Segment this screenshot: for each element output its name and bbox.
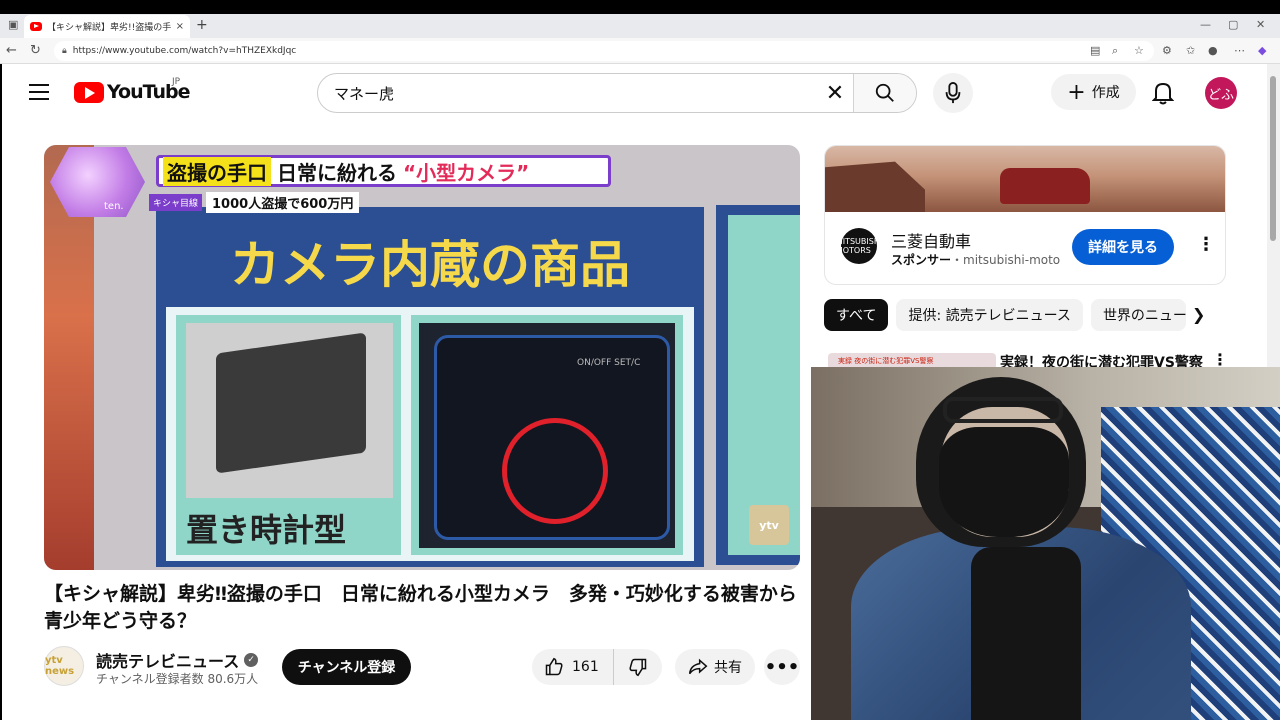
menu-icon[interactable]: ⋯ [1234,44,1245,57]
share-button[interactable]: 共有 [675,649,755,685]
chip-from-channel[interactable]: 提供: 読売テレビニュース [896,299,1083,331]
glasses [943,397,1063,423]
like-dislike-group: 161 [532,649,662,685]
url-text: https://www.youtube.com/watch?v=hTHZEXkd… [72,46,297,56]
extensions-icon[interactable]: ⚙ [1162,44,1172,57]
dislike-button[interactable] [614,657,662,677]
refresh-icon[interactable]: ↻ [30,43,41,58]
create-label: 作成 [1091,85,1120,101]
tab-title: 【キシャ解説】卑劣!!盗撮の手口 [47,23,171,33]
share-icon [688,658,708,675]
browser-window: ▣ 【キシャ解説】卑劣!!盗撮の手口 × + — ▢ ✕ ← ↻ 🔒︎ http… [0,0,1280,720]
microphone-icon [945,82,961,104]
sponsor-line: スポンサー・mitsubishi-moto... [891,253,1061,267]
menu-hamburger-icon[interactable] [29,84,49,100]
like-button[interactable]: 161 [532,649,614,685]
search-input[interactable]: マネー虎 [318,74,817,112]
notifications-button[interactable] [1151,81,1175,109]
video-headline: カメラ内蔵の商品 [166,215,694,307]
more-actions-button[interactable]: ••• [764,649,800,685]
subscriber-count: チャンネル登録者数 80.6万人 [96,672,259,686]
channel-name[interactable]: 読売テレビニュース ✓ [96,648,259,672]
face-mask [939,427,1069,537]
back-icon[interactable]: ← [6,43,17,58]
minimize-button[interactable]: — [1200,18,1211,31]
ytv-watermark: ytv [749,505,789,545]
ten-logo-text: ten. [104,201,124,212]
address-bar[interactable]: 🔒︎ https://www.youtube.com/watch?v=hTHZE… [54,41,1154,61]
video-board: カメラ内蔵の商品 置き時計型 ON/OFF SET/C [156,207,704,567]
favorites-icon[interactable]: ✩ [1186,44,1195,57]
advertiser-name: 三菱自動車 [891,232,972,251]
search-bar: マネー虎 ✕ [317,73,917,113]
close-window-button[interactable]: ✕ [1256,18,1265,31]
like-count: 161 [572,659,599,675]
plus-icon: + [1067,79,1086,105]
video-title: 【キシャ解説】卑劣‼盗撮の手口 日常に紛れる小型カメラ 多発・巧妙化する被害から… [44,583,797,632]
tab-actions-icon[interactable]: ▣ [8,18,18,31]
ten-logo-gem [50,147,145,217]
reader-icon[interactable]: ▤ [1090,44,1100,57]
youtube-favicon-icon [30,22,42,31]
profile-icon[interactable]: ● [1208,44,1218,57]
clear-search-icon[interactable]: ✕ [817,74,853,112]
maximize-button[interactable]: ▢ [1228,18,1238,31]
speaker-image [216,332,366,474]
ad-kebab-icon[interactable]: ⋮ [1197,234,1215,255]
share-label: 共有 [714,660,742,676]
bell-icon [1151,82,1175,105]
thumbs-up-icon [545,657,563,676]
lock-icon: 🔒︎ [62,46,67,56]
copilot-icon[interactable]: ◆ [1258,44,1266,57]
account-avatar[interactable]: どふ [1205,77,1237,109]
filter-chips: すべて 提供: 読売テレビニュース 世界のニュース [824,299,1244,331]
channel-avatar[interactable]: ytv news [44,646,84,686]
webcam-overlay [811,367,1280,720]
car-image [1000,168,1090,204]
verified-check-icon: ✓ [244,653,259,667]
video-player[interactable]: カメラ内蔵の商品 置き時計型 ON/OFF SET/C ten. 盗撮の手口 日… [44,145,800,570]
browser-tab[interactable]: 【キシャ解説】卑劣!!盗撮の手口 × [24,15,190,38]
zoom-icon[interactable]: ⌕ [1112,44,1118,58]
video-banner: 盗撮の手口 日常に紛れる “小型カメラ” [156,155,611,187]
clock-image: ON/OFF SET/C [434,335,670,540]
subscribe-button[interactable]: チャンネル登録 [282,649,411,685]
new-tab-button[interactable]: + [196,17,208,33]
advertiser-logo: MITSUBISHI MOTORS [836,228,882,264]
search-button[interactable] [853,74,916,112]
clock-buttons-text: ON/OFF SET/C [577,358,641,368]
voice-search-button[interactable] [933,73,973,113]
video-clock-panel: ON/OFF SET/C [411,315,683,555]
chevron-right-icon[interactable]: ❯ [1192,305,1205,324]
sponsored-ad-card[interactable]: MITSUBISHI MOTORS 三菱自動車 スポンサー・mitsubishi… [824,145,1226,285]
address-bar-row: ← ↻ 🔒︎ https://www.youtube.com/watch?v=h… [0,38,1280,64]
chip-world-news[interactable]: 世界のニュース [1090,299,1186,331]
ad-banner-image [825,146,1225,212]
search-icon [875,83,894,102]
tab-close-icon[interactable]: × [176,21,184,32]
ad-details-button[interactable]: 詳細を見る [1072,229,1174,265]
camera-highlight-circle [502,418,608,524]
scrollbar-thumb[interactable] [1270,76,1276,241]
video-item-label: 置き時計型 [186,511,347,549]
video-subbanner: キシャ目線 1000人盗撮で600万円 [149,192,360,213]
region-label: JP [172,77,181,87]
chip-all[interactable]: すべて [824,299,889,331]
tab-bar: ▣ 【キシャ解説】卑劣!!盗撮の手口 × + — ▢ ✕ [0,14,1280,38]
create-button[interactable]: + 作成 [1051,74,1136,110]
play-logo-icon [74,81,104,103]
favorite-star-icon[interactable]: ☆ [1134,44,1144,57]
thumbs-down-icon [629,658,647,677]
video-speaker-panel: 置き時計型 [176,315,401,555]
